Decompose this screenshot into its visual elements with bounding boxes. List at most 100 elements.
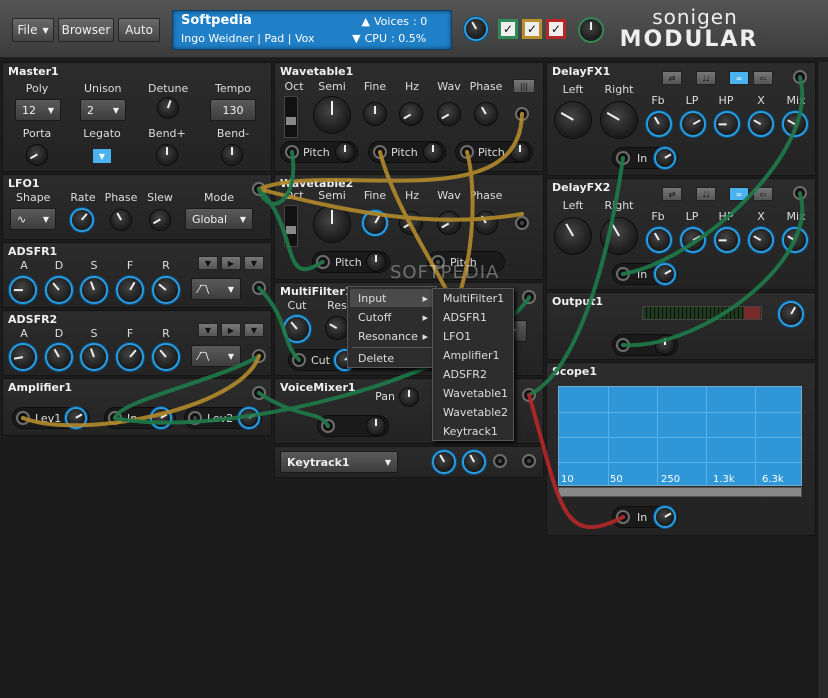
wt1-phase-knob[interactable] xyxy=(475,103,497,125)
mf-cut-mod-jack[interactable] xyxy=(292,353,306,367)
patch-display[interactable]: Softpedia Ingo Weidner | Pad | Vox ▲ Voic… xyxy=(172,10,452,50)
adsfr2-decay-knob[interactable] xyxy=(47,345,71,369)
submenu-item-wavetable1[interactable]: Wavetable1 xyxy=(443,387,508,400)
dly2-pingpong-button[interactable]: ∞ xyxy=(729,187,749,201)
menu-item-cutoff[interactable]: Cutoff ▸ xyxy=(350,308,434,326)
lfo-output-jack[interactable] xyxy=(252,182,266,196)
browser-button[interactable]: Browser xyxy=(58,18,114,42)
adsfr2-attack-knob[interactable] xyxy=(11,345,35,369)
menu-item-input[interactable]: Input ▸ xyxy=(350,289,434,307)
vertical-scrollbar[interactable] xyxy=(817,62,828,698)
wt1-oct-slider[interactable] xyxy=(284,96,298,138)
dly1-pingpong-button[interactable]: ∞ xyxy=(729,71,749,85)
dly2-left-knob[interactable] xyxy=(555,218,591,254)
red-checkbox[interactable]: ✓ xyxy=(546,19,566,39)
adsfr1-release-knob[interactable] xyxy=(154,278,178,302)
wt2-output-jack[interactable] xyxy=(515,216,529,230)
wt2-semi-knob[interactable] xyxy=(314,206,350,242)
dly1-right-knob[interactable] xyxy=(601,102,637,138)
dly2-lp-knob[interactable] xyxy=(682,229,704,251)
adsfr2-mode-button-2[interactable]: ▶ xyxy=(221,323,241,337)
keytrack-amount-knob[interactable] xyxy=(434,452,454,472)
dly1-in-jack[interactable] xyxy=(616,151,630,165)
dly2-feedback-knob[interactable] xyxy=(648,229,670,251)
dly1-feedback-knob[interactable] xyxy=(648,113,670,135)
keytrack-in-jack[interactable] xyxy=(493,454,507,468)
dly1-lp-knob[interactable] xyxy=(682,113,704,135)
detune-knob[interactable] xyxy=(158,98,178,118)
adsfr1-mode-button-2[interactable]: ▶ xyxy=(221,256,241,270)
porta-knob[interactable] xyxy=(27,145,47,165)
tempo-field[interactable]: 130 xyxy=(210,99,256,121)
scope-in-jack[interactable] xyxy=(616,510,630,524)
scope-scrollbar[interactable] xyxy=(558,487,802,497)
unison-select[interactable]: 2 ▼ xyxy=(80,99,126,121)
submenu-item-amplifier1[interactable]: Amplifier1 xyxy=(443,349,500,362)
adsfr2-mode-button-3[interactable]: ▼ xyxy=(244,323,264,337)
wt1-hz-knob[interactable] xyxy=(400,103,422,125)
output-in-jack[interactable] xyxy=(616,338,630,352)
dly2-in-jack[interactable] xyxy=(616,267,630,281)
wt1-pitch1-jack[interactable] xyxy=(285,145,299,159)
submenu-item-wavetable2[interactable]: Wavetable2 xyxy=(443,406,508,419)
dly2-mix-knob[interactable] xyxy=(784,229,806,251)
wt1-wave-view-button[interactable]: ||| xyxy=(513,79,535,93)
voicemixer-input-knob[interactable] xyxy=(367,417,385,435)
output-volume-knob[interactable] xyxy=(780,303,802,325)
menu-item-resonance[interactable]: Resonance ▸ xyxy=(350,327,434,345)
wt2-wav-knob[interactable] xyxy=(438,212,460,234)
lfo-mode-select[interactable]: Global ▼ xyxy=(185,208,253,230)
dly1-in-knob[interactable] xyxy=(656,149,674,167)
dly1-hp-knob[interactable] xyxy=(716,113,738,135)
keytrack-select[interactable]: Keytrack1 ▼ xyxy=(280,451,398,473)
bend-minus-knob[interactable] xyxy=(222,145,242,165)
mf-cutoff-knob[interactable] xyxy=(285,317,309,341)
scope-in-knob[interactable] xyxy=(656,508,674,526)
adsfr1-mode-button-3[interactable]: ▼ xyxy=(244,256,264,270)
wt2-phase-knob[interactable] xyxy=(475,212,497,234)
dly1-left-knob[interactable] xyxy=(555,102,591,138)
wt1-output-jack[interactable] xyxy=(515,107,529,121)
wt2-pitch1-knob[interactable] xyxy=(367,253,385,271)
adsfr2-curve-select[interactable]: ⁄‾\ ▼ xyxy=(191,345,241,367)
dly2-right-knob[interactable] xyxy=(601,218,637,254)
submenu-item-multifilter1[interactable]: MultiFilter1 xyxy=(443,292,504,305)
green-checkbox[interactable]: ✓ xyxy=(498,19,518,39)
adsfr1-curve-select[interactable]: ⁄‾\ ▼ xyxy=(191,278,241,300)
mf-resonance-knob[interactable] xyxy=(326,317,348,339)
voicemixer-input-jack[interactable] xyxy=(321,419,335,433)
adsfr2-fade-knob[interactable] xyxy=(118,345,142,369)
amp-lev1-knob[interactable] xyxy=(67,409,85,427)
keytrack-offset-knob[interactable] xyxy=(464,452,484,472)
menu-item-delete[interactable]: Delete xyxy=(350,349,434,367)
dly2-note-button[interactable]: ♩♩ xyxy=(696,187,716,201)
lfo-slew-knob[interactable] xyxy=(150,210,170,230)
submenu-item-lfo1[interactable]: LFO1 xyxy=(443,330,471,343)
amp-lev2-jack[interactable] xyxy=(188,411,202,425)
wt2-oct-slider[interactable] xyxy=(284,205,298,247)
amp-lev2-knob[interactable] xyxy=(240,409,258,427)
legato-toggle[interactable]: ▼ xyxy=(92,148,112,164)
wt2-fine-knob[interactable] xyxy=(364,212,386,234)
wt2-hz-knob[interactable] xyxy=(400,212,422,234)
output-jack-knob[interactable] xyxy=(580,19,602,41)
adsfr1-sustain-knob[interactable] xyxy=(82,278,106,302)
keytrack-output-jack[interactable] xyxy=(522,454,536,468)
adsfr2-release-knob[interactable] xyxy=(154,345,178,369)
adsfr2-output-jack[interactable] xyxy=(252,349,266,363)
adsfr1-attack-knob[interactable] xyxy=(11,278,35,302)
auto-button[interactable]: Auto xyxy=(118,18,160,42)
lfo-phase-knob[interactable] xyxy=(111,210,131,230)
amp-output-jack[interactable] xyxy=(252,386,266,400)
lfo-rate-knob[interactable] xyxy=(72,210,92,230)
master-volume-knob[interactable] xyxy=(466,19,486,39)
wt1-pitch1-knob[interactable] xyxy=(336,143,354,161)
adsfr1-decay-knob[interactable] xyxy=(47,278,71,302)
wt1-pitch2-jack[interactable] xyxy=(373,145,387,159)
wt1-pitch3-jack[interactable] xyxy=(460,145,474,159)
dly2-output-jack[interactable] xyxy=(793,186,807,200)
adsfr1-output-jack[interactable] xyxy=(252,281,266,295)
dly1-output-jack[interactable] xyxy=(793,70,807,84)
wt1-fine-knob[interactable] xyxy=(364,103,386,125)
adsfr1-mode-button-1[interactable]: ▼ xyxy=(198,256,218,270)
